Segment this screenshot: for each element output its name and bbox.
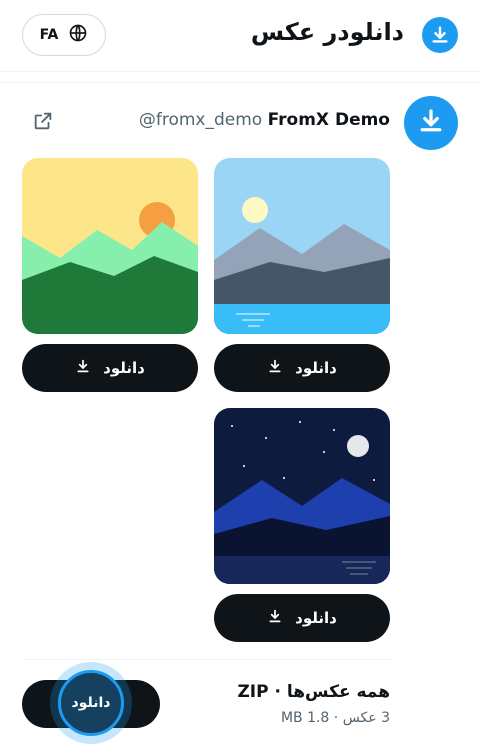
image-thumbnail[interactable]	[214, 408, 390, 584]
image-thumbnail[interactable]	[214, 158, 390, 334]
download-icon	[422, 17, 458, 53]
download-icon	[75, 358, 91, 378]
zip-title: همه عکس‌ها · ZIP	[237, 682, 390, 702]
image-thumbnail[interactable]	[22, 158, 198, 334]
section-divider	[22, 659, 390, 660]
image-card: دانلود	[22, 158, 198, 392]
download-button-label: دانلود	[103, 359, 145, 377]
header-divider	[0, 82, 480, 83]
profile-row: @fromx_demo FromX Demo	[0, 96, 480, 152]
app-header: FA دانلودر عکس	[0, 0, 480, 72]
zip-meta: 3 عکس · 1.8 MB	[280, 710, 390, 726]
avatar	[404, 96, 458, 150]
download-button[interactable]: دانلود	[22, 344, 198, 392]
image-card: دانلود	[214, 408, 390, 642]
profile-name: FromX Demo	[267, 110, 390, 130]
zip-download-row: دانلود همه عکس‌ها · ZIP 3 عکس · 1.8 MB	[0, 662, 480, 744]
download-button-label: دانلود	[295, 359, 337, 377]
zip-download-button-label[interactable]: دانلود	[58, 670, 124, 736]
download-icon	[416, 106, 446, 140]
app-title: دانلودر عکس	[250, 18, 404, 46]
external-link-icon[interactable]	[32, 110, 54, 132]
download-button[interactable]: دانلود	[214, 594, 390, 642]
download-button[interactable]: دانلود	[214, 344, 390, 392]
download-icon	[267, 358, 283, 378]
profile-identity: @fromx_demo FromX Demo	[139, 110, 390, 130]
download-button-label: دانلود	[295, 609, 337, 627]
globe-icon	[68, 23, 88, 47]
download-icon	[267, 608, 283, 628]
profile-handle: @fromx_demo	[138, 110, 263, 130]
image-card: دانلود	[214, 158, 390, 392]
language-toggle-button[interactable]: FA	[22, 14, 106, 56]
language-code: FA	[39, 27, 59, 43]
